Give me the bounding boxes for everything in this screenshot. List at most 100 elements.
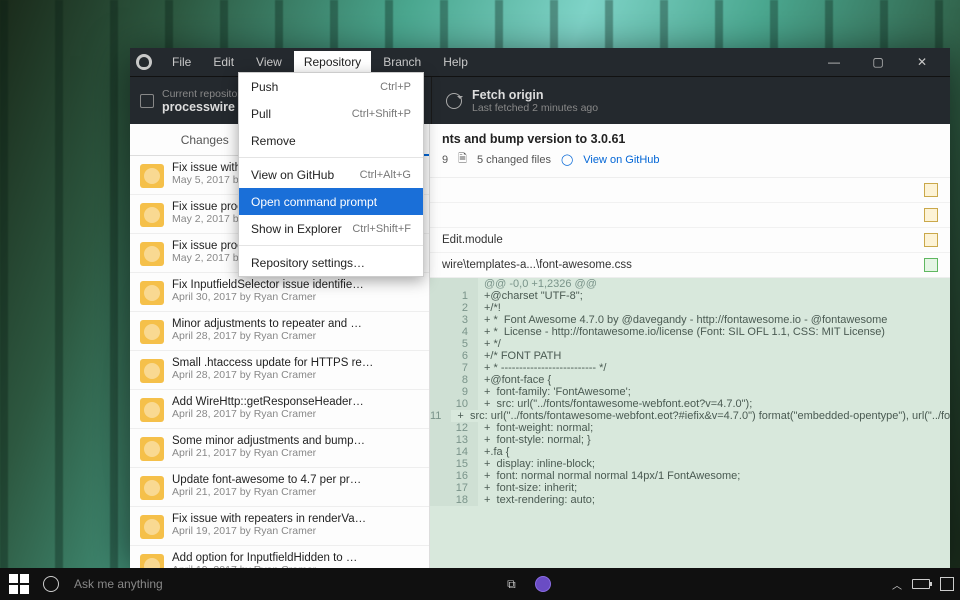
avatar [140, 320, 164, 344]
line-number: 3 [430, 314, 478, 326]
taskbar-search[interactable]: Ask me anything [74, 577, 163, 591]
line-number: 7 [430, 362, 478, 374]
avatar [140, 554, 164, 568]
action-center-icon[interactable] [940, 577, 954, 591]
commit-title: Some minor adjustments and bump… [172, 435, 365, 447]
github-logo-icon [136, 54, 152, 70]
commit-title: Update font-awesome to 4.7 per pr… [172, 474, 361, 486]
avatar [140, 164, 164, 188]
menu-help[interactable]: Help [433, 51, 478, 73]
author-fragment: 9 [442, 154, 448, 166]
menu-item-label: View on GitHub [251, 168, 334, 182]
commit-meta: April 28, 2017 by Ryan Cramer [172, 330, 362, 342]
diff-line: + * -------------------------- */ [478, 362, 950, 374]
avatar [140, 281, 164, 305]
taskbar-app-github[interactable] [530, 571, 556, 597]
menu-item-repository-settings[interactable]: Repository settings… [239, 249, 423, 276]
avatar [140, 398, 164, 422]
commit-meta: April 21, 2017 by Ryan Cramer [172, 447, 365, 459]
view-on-github-link[interactable]: View on GitHub [583, 154, 659, 166]
menu-item-label: Push [251, 80, 278, 94]
menu-item-shortcut: Ctrl+Shift+P [352, 108, 411, 120]
commit-meta: April 21, 2017 by Ryan Cramer [172, 486, 361, 498]
task-view-icon[interactable]: ⧉ [498, 571, 524, 597]
menu-separator [239, 245, 423, 246]
commit-info-bar: 9 🗎 5 changed files ◯ View on GitHub [430, 150, 950, 178]
menu-item-label: Remove [251, 134, 296, 148]
commit-list-item[interactable]: Fix issue with repeaters in renderVa…Apr… [130, 507, 429, 546]
commit-list-item[interactable]: Add option for InputfieldHidden to …Apri… [130, 546, 429, 568]
changed-file-row[interactable]: Edit.module [430, 227, 950, 252]
line-number: 10 [430, 398, 478, 410]
menu-item-pull[interactable]: Pull Ctrl+Shift+P [239, 100, 423, 127]
diff-line: +/*! [478, 302, 950, 314]
commit-list-item[interactable]: Minor adjustments to repeater and …April… [130, 312, 429, 351]
line-number: 2 [430, 302, 478, 314]
diff-line: + src: url("../fonts/fontawesome-webfont… [478, 398, 950, 410]
commit-list-item[interactable]: Small .htaccess update for HTTPS re…Apri… [130, 351, 429, 390]
changed-file-row[interactable] [430, 178, 950, 202]
avatar [140, 359, 164, 383]
repository-menu-dropdown: Push Ctrl+P Pull Ctrl+Shift+P Remove View on … [238, 72, 424, 277]
changed-file-row[interactable]: wire\templates-a...\font-awesome.css [430, 252, 950, 277]
commit-list-item[interactable]: Add WireHttp::getResponseHeader…April 28… [130, 390, 429, 429]
menu-item-shortcut: Ctrl+Shift+F [352, 223, 411, 235]
line-number: 6 [430, 350, 478, 362]
avatar [140, 437, 164, 461]
avatar [140, 203, 164, 227]
windows-taskbar: Ask me anything ⧉ ︿ [0, 568, 960, 600]
repo-icon [140, 94, 154, 108]
menu-branch[interactable]: Branch [373, 51, 431, 73]
menu-separator [239, 157, 423, 158]
tray-overflow-icon[interactable]: ︿ [892, 577, 902, 592]
line-number: 13 [430, 434, 478, 446]
commit-title: Fix issue with repeaters in renderVa… [172, 513, 366, 525]
system-tray: ︿ [892, 577, 954, 592]
menu-item-view-on-github[interactable]: View on GitHubCtrl+Alt+G [239, 161, 423, 188]
menu-item-push[interactable]: Push Ctrl+P [239, 73, 423, 100]
commit-list-item[interactable]: Update font-awesome to 4.7 per pr…April … [130, 468, 429, 507]
start-button[interactable] [6, 571, 32, 597]
line-number: 18 [430, 494, 478, 506]
diff-line: + font: normal normal normal 14px/1 Font… [478, 470, 950, 482]
diff-line: + * Font Awesome 4.7.0 by @davegandy - h… [478, 314, 950, 326]
line-number: 15 [430, 458, 478, 470]
added-icon [924, 258, 938, 272]
menu-item-open-command-prompt[interactable]: Open command prompt [239, 188, 423, 215]
menu-item-label: Show in Explorer [251, 222, 342, 236]
commit-list-item[interactable]: Some minor adjustments and bump…April 21… [130, 429, 429, 468]
menu-item-label: Pull [251, 107, 271, 121]
diff-line: + display: inline-block; [478, 458, 950, 470]
line-number: 16 [430, 470, 478, 482]
battery-icon[interactable] [912, 579, 930, 589]
diff-line: + font-weight: normal; [478, 422, 950, 434]
diff-line: + src: url("../fonts/fontawesome-webfont… [451, 410, 950, 422]
window-controls: — ▢ ✕ [812, 48, 944, 76]
menu-item-remove[interactable]: Remove [239, 127, 423, 154]
modified-icon [924, 183, 938, 197]
diff-line: +/* FONT PATH [478, 350, 950, 362]
fetch-origin-button[interactable]: Fetch origin Last fetched 2 minutes ago [432, 77, 612, 124]
detail-pane: nts and bump version to 3.0.61 9 🗎 5 cha… [430, 124, 950, 568]
commit-list-item[interactable]: Fix InputfieldSelector issue identifie…A… [130, 273, 429, 312]
line-number: 12 [430, 422, 478, 434]
maximize-button[interactable]: ▢ [856, 48, 900, 76]
menu-file[interactable]: File [162, 51, 201, 73]
diff-line: +.fa { [478, 446, 950, 458]
changed-file-row[interactable] [430, 202, 950, 227]
menu-view[interactable]: View [246, 51, 292, 73]
close-button[interactable]: ✕ [900, 48, 944, 76]
line-number: 14 [430, 446, 478, 458]
diff-viewer[interactable]: @@ -0,0 +1,2326 @@1+@charset "UTF-8";2+/… [430, 278, 950, 568]
menu-edit[interactable]: Edit [203, 51, 244, 73]
menu-item-show-in-explorer[interactable]: Show in Explorer Ctrl+Shift+F [239, 215, 423, 242]
menu-repository[interactable]: Repository [294, 51, 371, 73]
github-mark-icon: ◯ [561, 153, 573, 166]
changed-files-list: Edit.module wire\templates-a...\font-awes… [430, 178, 950, 278]
file-path: Edit.module [442, 234, 503, 246]
minimize-button[interactable]: — [812, 48, 856, 76]
avatar [140, 476, 164, 500]
cortana-icon[interactable] [38, 571, 64, 597]
diff-line: +@font-face { [478, 374, 950, 386]
menu-item-shortcut: Ctrl+P [380, 81, 411, 93]
